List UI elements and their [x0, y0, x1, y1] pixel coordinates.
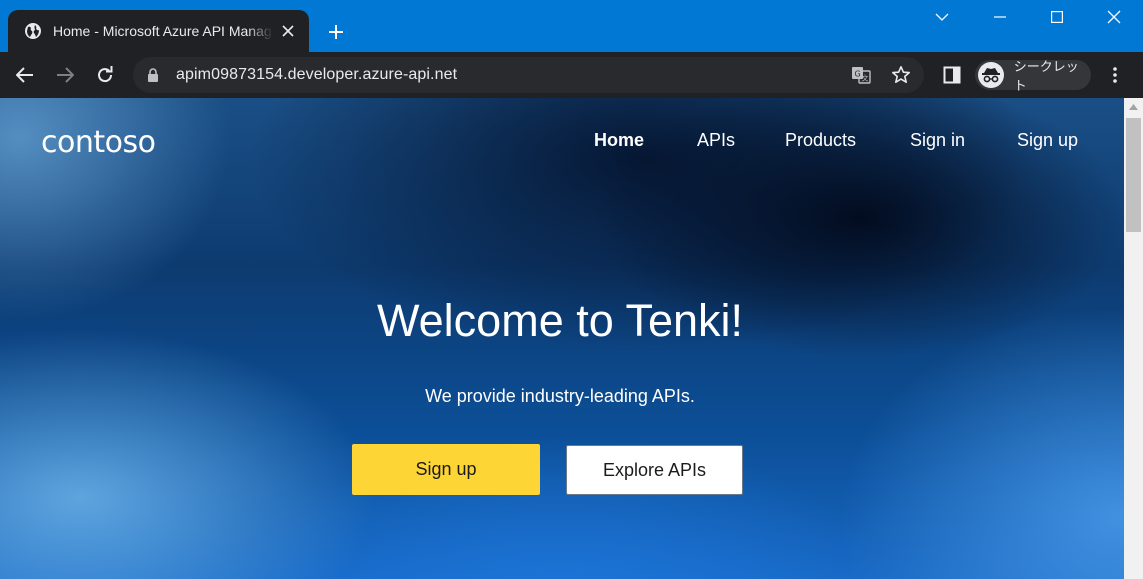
browser-title-bar: Home - Microsoft Azure API Management [0, 0, 1143, 52]
lock-icon [147, 68, 161, 82]
browser-tab[interactable]: Home - Microsoft Azure API Management [8, 10, 309, 52]
site-logo[interactable]: contoso [41, 125, 156, 160]
nav-apis[interactable]: APIs [697, 130, 735, 151]
maximize-icon [1051, 11, 1063, 23]
tab-title: Home - Microsoft Azure API Management [53, 23, 273, 39]
back-button[interactable] [11, 61, 39, 89]
url-text: apim09873154.developer.azure-api.net [176, 66, 458, 83]
maximize-button[interactable] [1029, 0, 1085, 34]
reload-icon [98, 66, 113, 83]
new-tab-button[interactable] [322, 18, 350, 46]
more-vertical-icon [1113, 67, 1117, 83]
plus-icon [329, 25, 343, 39]
scrollbar-thumb[interactable] [1126, 118, 1141, 232]
side-panel-icon [943, 66, 961, 84]
browser-toolbar: apim09873154.developer.azure-api.net G 文 [0, 52, 1143, 98]
incognito-icon [978, 62, 1004, 88]
nav-sign-up[interactable]: Sign up [1017, 130, 1078, 151]
incognito-label: シークレット [1013, 59, 1079, 93]
page-scrollbar[interactable] [1124, 98, 1143, 579]
minimize-button[interactable] [972, 0, 1028, 34]
nav-products[interactable]: Products [785, 130, 856, 151]
browser-menu-button[interactable] [1101, 61, 1129, 89]
address-bar[interactable]: apim09873154.developer.azure-api.net G 文 [133, 57, 924, 93]
incognito-profile-button[interactable]: シークレット [975, 59, 1091, 93]
globe-icon [24, 22, 42, 40]
svg-text:G: G [855, 70, 861, 79]
close-window-button[interactable] [1086, 0, 1142, 34]
svg-text:文: 文 [862, 74, 869, 83]
scroll-up-arrow-icon[interactable] [1124, 98, 1143, 115]
minimize-icon [994, 16, 1006, 18]
arrow-left-icon [16, 67, 33, 83]
tab-search-button[interactable] [914, 0, 970, 34]
page-viewport: contoso Home APIs Products Sign in Sign … [0, 98, 1124, 579]
forward-button[interactable] [51, 61, 79, 89]
explore-apis-button[interactable]: Explore APIs [566, 445, 743, 495]
chevron-down-icon [935, 13, 949, 21]
side-panel-button[interactable] [938, 61, 966, 89]
reload-button[interactable] [91, 61, 119, 89]
hero-subtitle: We provide industry-leading APIs. [425, 386, 695, 406]
close-icon [1107, 10, 1121, 24]
hero-title: Welcome to Tenki! [377, 295, 743, 346]
tab-close-icon[interactable] [279, 22, 297, 40]
arrow-right-icon [57, 67, 74, 83]
nav-home[interactable]: Home [594, 130, 644, 151]
hero-sign-up-button[interactable]: Sign up [352, 444, 540, 495]
nav-sign-in[interactable]: Sign in [910, 130, 965, 151]
bookmark-star-icon[interactable] [891, 65, 911, 85]
translate-icon[interactable]: G 文 [851, 65, 871, 85]
